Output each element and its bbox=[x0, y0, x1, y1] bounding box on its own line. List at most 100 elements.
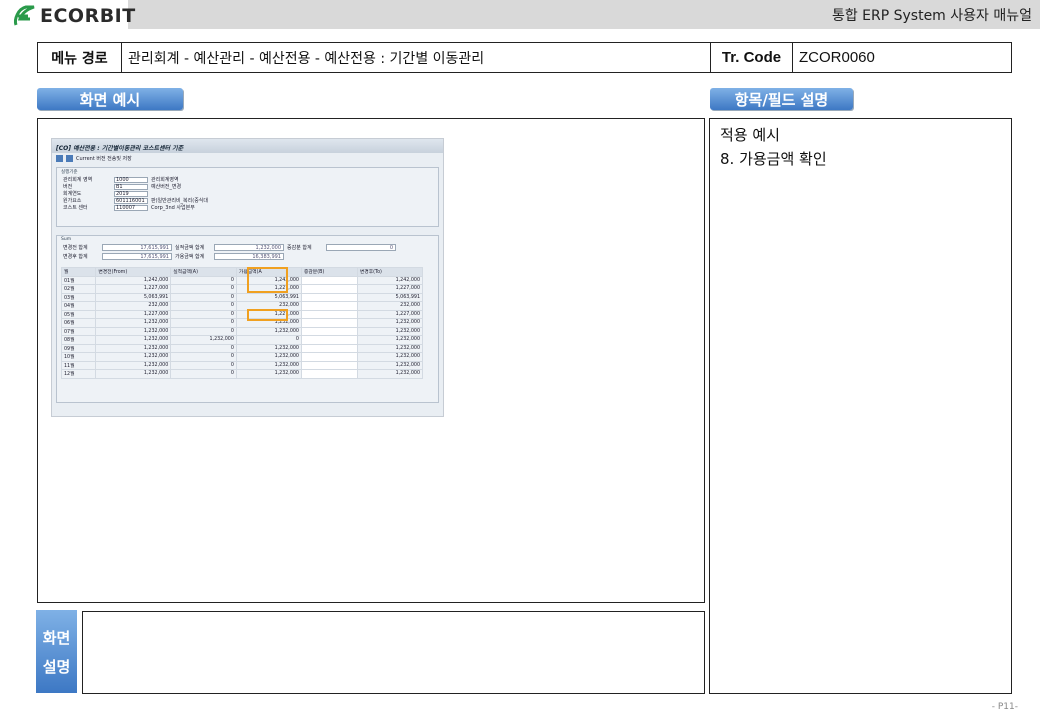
sap-column-header[interactable]: 증감분(B) bbox=[300, 267, 358, 277]
sap-field-label: 버전 bbox=[63, 184, 73, 190]
table-cell: 1,232,000 bbox=[170, 335, 237, 345]
table-cell[interactable] bbox=[300, 292, 358, 302]
table-cell: 0 bbox=[235, 335, 302, 345]
table-row[interactable]: 08월 1,232,000 1,232,000 0 1,232,000 bbox=[60, 335, 424, 345]
table-row[interactable]: 07월 1,232,000 0 1,232,000 1,232,000 bbox=[60, 326, 424, 336]
highlight-box bbox=[247, 309, 288, 321]
table-row[interactable]: 10월 1,232,000 0 1,232,000 1,232,000 bbox=[60, 352, 424, 362]
sap-sum-value: 17,615,991 bbox=[102, 253, 172, 260]
table-cell: 1,232,000 bbox=[356, 335, 424, 345]
table-cell: 1,232,000 bbox=[235, 352, 302, 362]
table-cell[interactable] bbox=[300, 343, 358, 353]
sap-field-row: 회계연도 2019 bbox=[57, 190, 438, 197]
sap-field-row: 버전 B1 예산버전_변경 bbox=[57, 183, 438, 190]
sap-sum-label: 변경후 합계 bbox=[63, 254, 88, 260]
table-cell: 09월 bbox=[60, 343, 97, 353]
sap-toolbar: Current 버전 전송및 저장 bbox=[52, 153, 443, 164]
sap-sum-title: Sum bbox=[61, 237, 72, 242]
table-cell: 1,232,000 bbox=[356, 343, 424, 353]
table-cell: 5,063,991 bbox=[235, 292, 302, 302]
table-cell: 1,232,000 bbox=[356, 318, 424, 328]
table-cell[interactable] bbox=[300, 318, 358, 328]
sap-column-header[interactable]: 변경전(From) bbox=[95, 267, 172, 277]
ecorbit-logo: ECORBIT bbox=[12, 5, 136, 27]
table-cell: 0 bbox=[170, 360, 237, 370]
screen-desc-label-2: 설명 bbox=[42, 657, 71, 676]
sap-column-header[interactable]: 월 bbox=[60, 267, 97, 277]
table-cell: 1,232,000 bbox=[235, 343, 302, 353]
table-cell: 0 bbox=[170, 352, 237, 362]
sap-sum-label: 증감분 합계 bbox=[287, 245, 312, 251]
table-cell: 1,227,000 bbox=[95, 284, 172, 294]
sap-field-label: 원가요소 bbox=[63, 198, 82, 204]
table-cell[interactable] bbox=[300, 360, 358, 370]
table-cell: 1,232,000 bbox=[95, 343, 172, 353]
table-row[interactable]: 04월 232,000 0 232,000 232,000 bbox=[60, 301, 424, 311]
description-line-2: 8. 가용금액 확인 bbox=[720, 150, 827, 168]
table-cell[interactable] bbox=[300, 301, 358, 311]
table-cell: 1,232,000 bbox=[95, 318, 172, 328]
sap-field-input[interactable]: B1 bbox=[114, 183, 148, 190]
table-cell: 03월 bbox=[60, 292, 97, 302]
table-cell: 1,232,000 bbox=[95, 335, 172, 345]
table-row[interactable]: 01월 1,242,000 0 1,242,000 1,242,000 bbox=[60, 275, 424, 285]
table-cell[interactable] bbox=[300, 352, 358, 362]
table-cell: 0 bbox=[170, 343, 237, 353]
sap-field-input[interactable]: 2019 bbox=[114, 190, 148, 197]
field-description-tab: 항목/필드 설명 bbox=[710, 88, 853, 110]
sap-sum-group: Sum 변경전 합계 17,615,991 실적금액 합계 1,232,000 증감분 … bbox=[56, 235, 439, 403]
sap-sum-label: 변경전 합계 bbox=[63, 245, 88, 251]
table-row[interactable]: 05월 1,227,000 0 1,227,000 1,227,000 bbox=[60, 309, 424, 319]
table-cell: 1,227,000 bbox=[356, 309, 424, 319]
table-cell: 06월 bbox=[60, 318, 97, 328]
table-row[interactable]: 03월 5,063,991 0 5,063,991 5,063,991 bbox=[60, 292, 424, 302]
sap-field-input[interactable]: 601116001 bbox=[114, 197, 148, 204]
menu-path-value: 관리회계 - 예산관리 - 예산전용 - 예산전용 : 기간별 이동관리 bbox=[122, 43, 711, 72]
table-cell[interactable] bbox=[300, 369, 358, 379]
table-row[interactable]: 12월 1,232,000 0 1,232,000 1,232,000 bbox=[60, 369, 424, 379]
table-cell: 1,232,000 bbox=[356, 369, 424, 379]
sap-column-header[interactable]: 실적금액(A) bbox=[170, 267, 237, 277]
tr-code-label: Tr. Code bbox=[711, 43, 793, 72]
table-cell: 1,227,000 bbox=[356, 284, 424, 294]
field-description-panel: 적용 예시 8. 가용금액 확인 bbox=[709, 118, 1012, 694]
sap-field-desc: Corp_3nd 사업본부 bbox=[151, 205, 195, 211]
table-cell: 01월 bbox=[60, 275, 97, 285]
page-number: - P11- bbox=[991, 702, 1018, 712]
table-cell: 0 bbox=[170, 301, 237, 311]
sap-column-header[interactable]: 변경후(To) bbox=[356, 267, 424, 277]
sap-toolbar-label: Current 버전 전송및 저장 bbox=[76, 156, 132, 162]
table-row[interactable]: 11월 1,232,000 0 1,232,000 1,232,000 bbox=[60, 360, 424, 370]
table-row[interactable]: 09월 1,232,000 0 1,232,000 1,232,000 bbox=[60, 343, 424, 353]
table-cell[interactable] bbox=[300, 284, 358, 294]
sap-field-row: 코스트 센터 110007 Corp_3nd 사업본부 bbox=[57, 204, 438, 211]
menu-path-row: 메뉴 경로 관리회계 - 예산관리 - 예산전용 - 예산전용 : 기간별 이동… bbox=[37, 42, 1012, 73]
table-cell: 1,232,000 bbox=[95, 352, 172, 362]
sap-field-desc: 판)일반관리비_복리(중식대 bbox=[151, 198, 209, 204]
table-row[interactable]: 06월 1,232,000 0 1,232,000 1,232,000 bbox=[60, 318, 424, 328]
table-cell: 1,232,000 bbox=[95, 369, 172, 379]
table-cell[interactable] bbox=[300, 326, 358, 336]
sap-sum-value: 0 bbox=[326, 244, 396, 251]
sap-field-input[interactable]: 110007 bbox=[114, 204, 148, 211]
table-cell[interactable] bbox=[300, 335, 358, 345]
sap-field-label: 관리회계 영역 bbox=[63, 177, 93, 183]
table-cell: 1,232,000 bbox=[356, 352, 424, 362]
menu-path-label: 메뉴 경로 bbox=[38, 43, 122, 72]
sap-sum-label: 가용금액 합계 bbox=[175, 254, 205, 260]
sap-period-table: 월 변경전(From) 실적금액(A) 가용금액(A 증감분(B) 변경후(To) 01월… bbox=[60, 267, 424, 379]
table-cell: 0 bbox=[170, 275, 237, 285]
table-cell: 1,242,000 bbox=[356, 275, 424, 285]
table-cell[interactable] bbox=[300, 275, 358, 285]
sap-sum-row: 변경전 합계 17,615,991 실적금액 합계 1,232,000 증감분 합계 0 bbox=[57, 243, 438, 252]
info-icon bbox=[56, 155, 63, 162]
table-cell: 5,063,991 bbox=[95, 292, 172, 302]
table-row[interactable]: 02월 1,227,000 0 1,227,000 1,227,000 bbox=[60, 284, 424, 294]
save-icon bbox=[66, 155, 73, 162]
logo-area: ECORBIT bbox=[0, 0, 135, 36]
table-cell: 1,232,000 bbox=[95, 326, 172, 336]
table-cell: 10월 bbox=[60, 352, 97, 362]
table-cell: 232,000 bbox=[95, 301, 172, 311]
table-cell[interactable] bbox=[300, 309, 358, 319]
sap-field-input[interactable]: 1000 bbox=[114, 176, 148, 183]
